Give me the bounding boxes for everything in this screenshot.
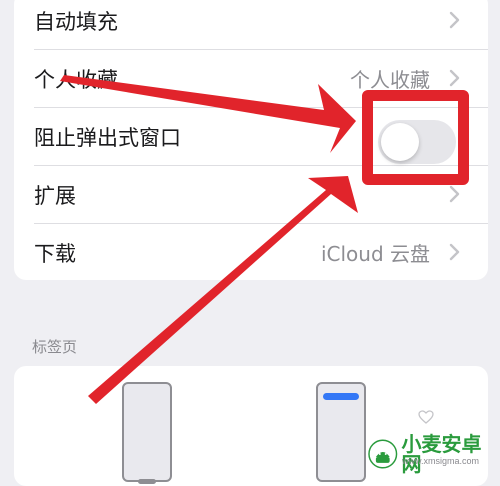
red-arrow-annotation bbox=[60, 75, 358, 404]
watermark-brand: 小麦安卓网 bbox=[401, 432, 482, 476]
watermark: 小麦安卓网 www.xmsigma.com bbox=[368, 434, 500, 474]
android-logo-icon bbox=[368, 439, 398, 469]
bottom-bar bbox=[138, 479, 156, 484]
watermark-site: www.xmsigma.com bbox=[402, 456, 480, 466]
